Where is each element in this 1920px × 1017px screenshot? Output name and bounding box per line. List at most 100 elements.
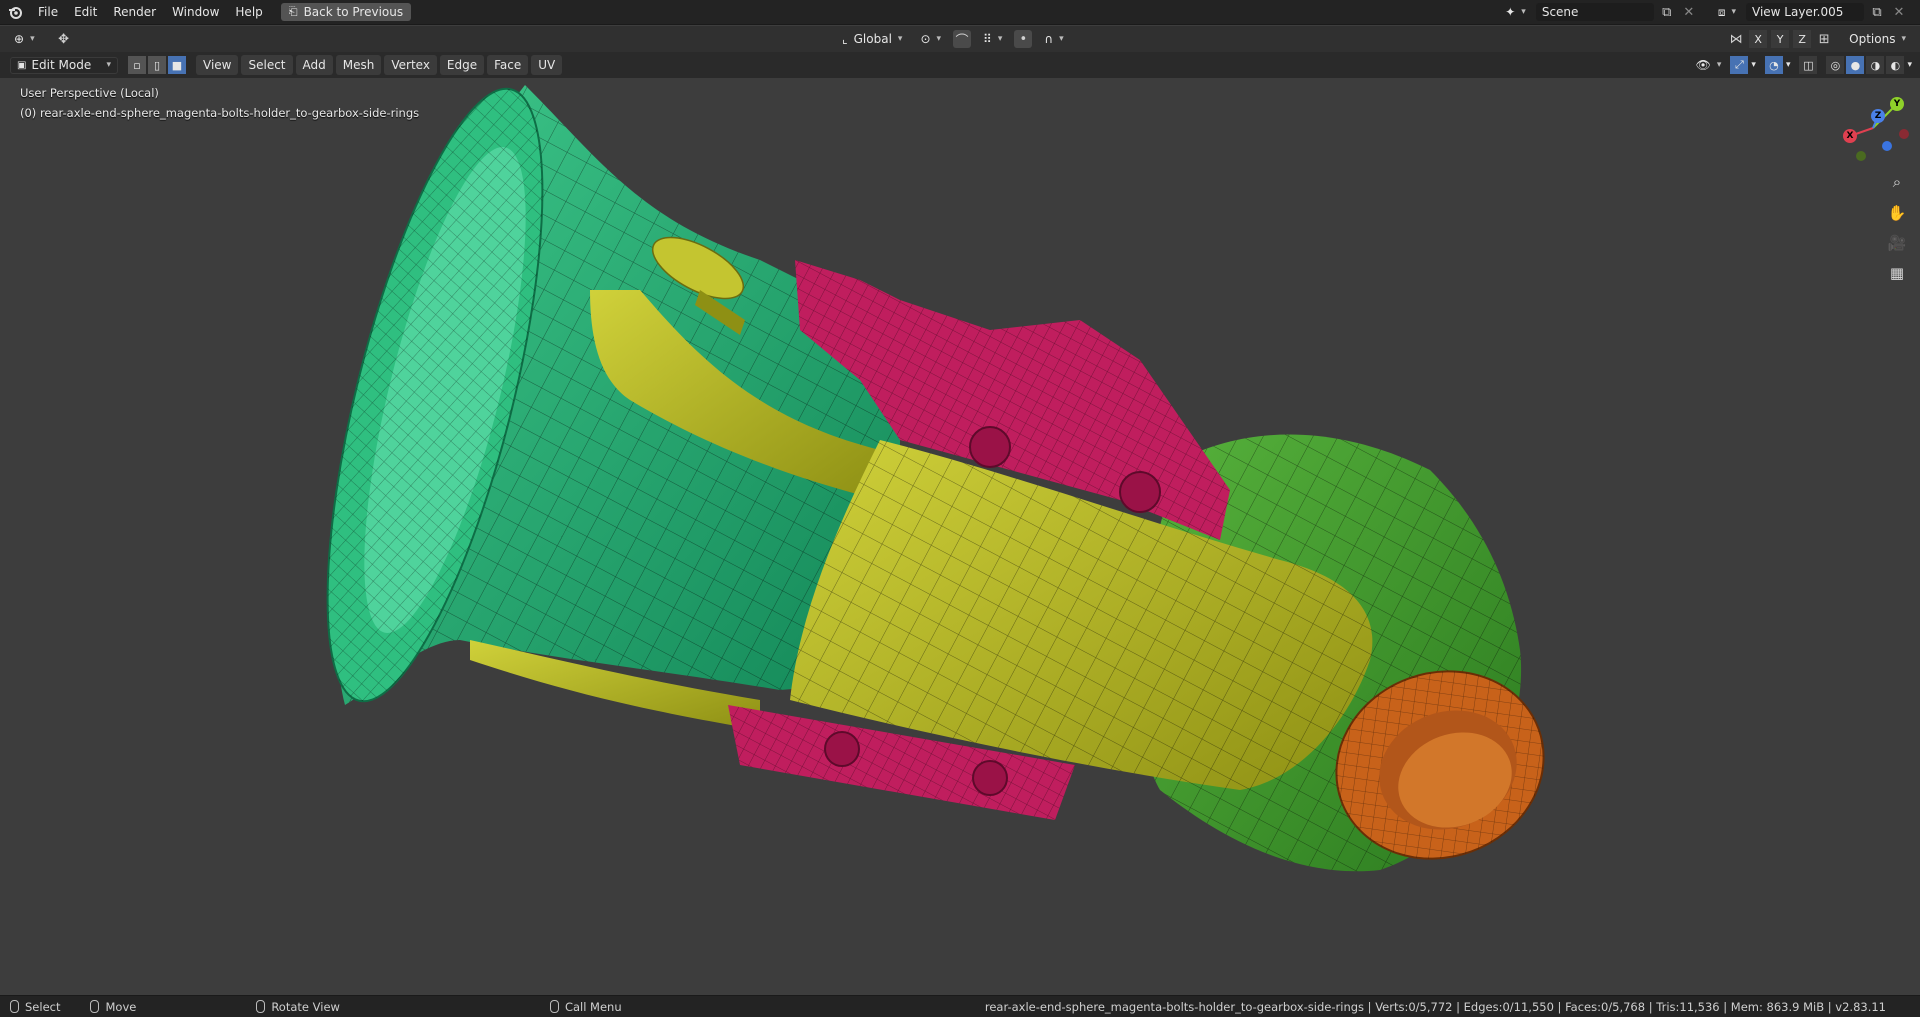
eye-icon: 👁 bbox=[1695, 58, 1711, 72]
show-gizmo-icon[interactable]: ⤢ bbox=[1730, 56, 1749, 74]
object-visibility-dropdown[interactable]: 👁 ▾ bbox=[1690, 57, 1728, 74]
scene-name-field[interactable]: Scene bbox=[1535, 3, 1654, 21]
orientation-label: Global bbox=[853, 32, 892, 46]
options-label: Options bbox=[1849, 32, 1896, 46]
menu-edit[interactable]: Edit bbox=[66, 2, 105, 22]
gizmo-z-axis[interactable]: Z bbox=[1871, 109, 1885, 123]
screen-back-icon: ⎗ bbox=[288, 5, 298, 18]
view-layer-name-text: View Layer.005 bbox=[1752, 5, 1844, 19]
wireframe-shading-icon[interactable]: ◎ bbox=[1826, 56, 1845, 74]
options-dropdown[interactable]: Options ▾ bbox=[1843, 31, 1912, 48]
material-preview-shading-icon[interactable]: ◑ bbox=[1866, 56, 1885, 74]
scene-icon: ✦ bbox=[1505, 5, 1516, 19]
editor-type-selector[interactable]: ⊕ ▾ bbox=[8, 31, 41, 48]
back-to-previous-label: Back to Previous bbox=[303, 5, 404, 19]
perspective-grid-icon[interactable]: ▦ bbox=[1884, 260, 1910, 286]
menu-render[interactable]: Render bbox=[105, 2, 164, 22]
chevron-down-icon: ▾ bbox=[936, 34, 942, 44]
menu-help[interactable]: Help bbox=[227, 2, 270, 22]
gizmo-neg-z-axis[interactable] bbox=[1882, 141, 1892, 151]
delete-view-layer-icon[interactable]: ✕ bbox=[1890, 3, 1908, 21]
menu-edge[interactable]: Edge bbox=[439, 55, 485, 75]
chevron-down-icon: ▾ bbox=[997, 34, 1003, 44]
orientation-icon: ⌞ bbox=[842, 32, 848, 46]
view-layer-selector-button[interactable]: ⧈ ▾ bbox=[1712, 4, 1742, 21]
scene-statistics: rear-axle-end-sphere_magenta-bolts-holde… bbox=[984, 999, 1886, 1014]
status-call-menu-label: Call Menu bbox=[564, 999, 622, 1014]
mirror-y-toggle[interactable]: Y bbox=[1771, 30, 1790, 48]
interaction-mode-dropdown[interactable]: ▣ Edit Mode ▾ bbox=[10, 56, 118, 74]
view-layer-name-field[interactable]: View Layer.005 bbox=[1746, 3, 1864, 21]
overlay-options-chevron-icon[interactable]: ▾ bbox=[1786, 60, 1791, 70]
snap-grid-icon: ⠿ bbox=[983, 32, 992, 46]
menu-face[interactable]: Face bbox=[487, 55, 529, 75]
menu-view[interactable]: View bbox=[196, 55, 239, 75]
mirror-x-toggle[interactable]: X bbox=[1749, 30, 1768, 48]
face-select-mode-icon[interactable]: ■ bbox=[168, 56, 186, 74]
3d-viewport[interactable]: User Perspective (Local) (0) rear-axle-e… bbox=[0, 78, 1920, 995]
menu-mesh[interactable]: Mesh bbox=[335, 55, 382, 75]
mouse-right-icon bbox=[549, 1000, 559, 1013]
menu-file[interactable]: File bbox=[30, 2, 66, 22]
status-select-label: Select bbox=[25, 999, 61, 1014]
mouse-drag-icon bbox=[90, 1000, 100, 1013]
transform-orientation-dropdown[interactable]: ⌞ Global ▾ bbox=[836, 31, 908, 48]
move-tool-icon[interactable]: ✥ bbox=[55, 30, 73, 48]
auto-merge-icon[interactable]: ⊞ bbox=[1815, 30, 1833, 48]
menu-add[interactable]: Add bbox=[295, 55, 333, 75]
blender-logo-icon[interactable] bbox=[6, 3, 24, 21]
proportional-edit-icon[interactable]: • bbox=[1014, 30, 1033, 48]
show-overlays-icon[interactable]: ◔ bbox=[1764, 56, 1783, 74]
view-layer-icon: ⧈ bbox=[1717, 4, 1726, 19]
proportional-falloff-dropdown[interactable]: ∩ ▾ bbox=[1038, 31, 1069, 48]
menu-select[interactable]: Select bbox=[241, 55, 293, 75]
new-view-layer-icon[interactable]: ⧉ bbox=[1868, 3, 1886, 21]
snap-target-dropdown[interactable]: ⠿ ▾ bbox=[977, 31, 1008, 48]
shading-options-chevron-icon[interactable]: ▾ bbox=[1907, 60, 1912, 70]
status-bar: Select Move Rotate View Call Menu rear-a… bbox=[0, 995, 1920, 1017]
status-rotate: Rotate View bbox=[256, 1000, 340, 1014]
menu-uv[interactable]: UV bbox=[531, 55, 563, 75]
falloff-curve-icon: ∩ bbox=[1044, 32, 1054, 46]
zoom-icon[interactable]: ⌕ bbox=[1884, 169, 1910, 195]
navigation-gizmo[interactable]: X Y Z bbox=[1838, 94, 1909, 164]
gizmo-options-chevron-icon[interactable]: ▾ bbox=[1751, 60, 1756, 70]
top-bar: File Edit Render Window Help ⎗ Back to P… bbox=[0, 0, 1920, 25]
menu-vertex[interactable]: Vertex bbox=[384, 55, 437, 75]
status-select: Select bbox=[10, 1000, 60, 1014]
back-to-previous-button[interactable]: ⎗ Back to Previous bbox=[280, 3, 412, 21]
delete-scene-icon[interactable]: ✕ bbox=[1680, 3, 1698, 21]
pivot-icon: ⊙ bbox=[920, 32, 931, 46]
chevron-down-icon: ▾ bbox=[1716, 60, 1722, 70]
chevron-down-icon: ▾ bbox=[106, 60, 111, 70]
mouse-middle-icon bbox=[256, 1000, 266, 1013]
gizmo-y-axis[interactable]: Y bbox=[1890, 97, 1904, 111]
mirror-icon[interactable]: ⋈ bbox=[1727, 30, 1745, 48]
edge-select-mode-icon[interactable]: ▯ bbox=[148, 56, 166, 74]
viewport-header: ▣ Edit Mode ▾ ▫ ▯ ■ View Select Add Mesh… bbox=[0, 52, 1920, 78]
vertex-select-mode-icon[interactable]: ▫ bbox=[128, 56, 146, 74]
snap-toggle-icon[interactable]: ⌒ bbox=[953, 30, 972, 49]
camera-view-icon[interactable]: 🎥 bbox=[1884, 230, 1910, 256]
mesh-object-render[interactable] bbox=[0, 78, 1920, 995]
mirror-z-toggle[interactable]: Z bbox=[1793, 30, 1812, 48]
scene-name-text: Scene bbox=[1541, 5, 1579, 19]
status-rotate-label: Rotate View bbox=[271, 999, 340, 1014]
status-call-menu: Call Menu bbox=[549, 999, 622, 1014]
rendered-shading-icon[interactable]: ◐ bbox=[1886, 56, 1905, 74]
pan-hand-icon[interactable]: ✋ bbox=[1884, 200, 1910, 226]
solid-shading-icon[interactable]: ● bbox=[1846, 56, 1865, 74]
xray-toggle-icon[interactable]: ◫ bbox=[1799, 56, 1818, 74]
chevron-down-icon: ▾ bbox=[1059, 34, 1064, 44]
menu-window[interactable]: Window bbox=[164, 2, 227, 22]
mode-label: Edit Mode bbox=[31, 58, 92, 72]
new-scene-icon[interactable]: ⧉ bbox=[1658, 3, 1676, 21]
gizmo-neg-x-axis[interactable] bbox=[1899, 129, 1909, 139]
scene-selector-button[interactable]: ✦ ▾ bbox=[1499, 4, 1532, 21]
chevron-down-icon: ▾ bbox=[1521, 7, 1526, 17]
pivot-point-dropdown[interactable]: ⊙ ▾ bbox=[914, 31, 947, 48]
chevron-down-icon: ▾ bbox=[897, 34, 903, 44]
gizmo-x-axis[interactable]: X bbox=[1843, 129, 1857, 143]
gizmo-neg-y-axis[interactable] bbox=[1856, 151, 1866, 161]
tool-header: ⊕ ▾ ✥ ⌞ Global ▾ ⊙ ▾ ⌒ ⠿ ▾ • ∩ ▾ ⋈ X Y Z ⊞ O… bbox=[0, 26, 1920, 52]
